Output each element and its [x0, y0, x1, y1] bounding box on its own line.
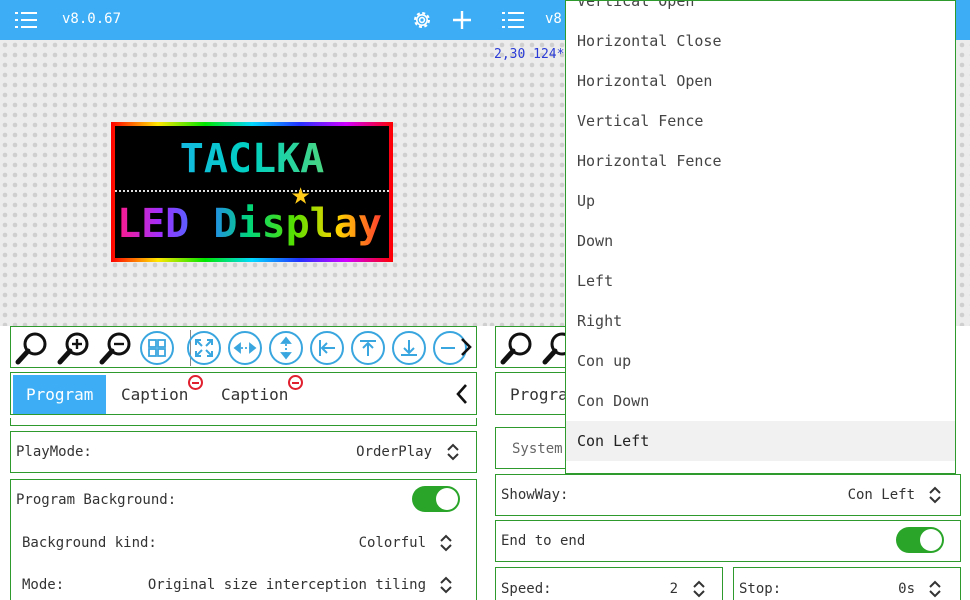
stretch-vertical-icon[interactable]: [269, 331, 303, 365]
gear-icon[interactable]: [411, 9, 433, 31]
speed-label: Speed:: [501, 581, 552, 597]
align-top-icon[interactable]: [351, 331, 385, 365]
left-header: v8.0.67: [0, 0, 487, 40]
dropdown-option[interactable]: Vertical Fence: [566, 101, 955, 141]
dropdown-option-selected[interactable]: Con Left: [566, 421, 955, 461]
updown-arrow-icon[interactable]: [692, 579, 706, 599]
end-to-end-row[interactable]: End to end: [495, 520, 961, 562]
tab-program[interactable]: Program: [13, 375, 107, 414]
background-kind-value: Colorful: [358, 535, 426, 551]
plus-icon[interactable]: [452, 10, 472, 30]
remove-caption-1-icon[interactable]: [188, 375, 203, 390]
program-background-label: Program Background:: [16, 492, 177, 508]
stretch-horizontal-icon[interactable]: [228, 331, 262, 365]
fullscreen-icon[interactable]: [187, 331, 221, 365]
showway-dropdown-list[interactable]: Vertical Open Horizontal Close Horizonta…: [565, 0, 956, 474]
right-toolbar: [495, 326, 567, 368]
playmode-value: OrderPlay: [356, 444, 432, 460]
mode-label: Mode:: [22, 577, 65, 593]
led-text-line-1: TACLKA: [115, 136, 389, 182]
align-bottom-icon[interactable]: [392, 331, 426, 365]
remove-caption-2-icon[interactable]: [288, 375, 303, 390]
playmode-label: PlayMode:: [16, 444, 92, 460]
showway-value: Con Left: [847, 487, 915, 503]
chevron-right-icon[interactable]: [459, 337, 473, 357]
position-size-readout: 2,30 124*: [494, 47, 565, 62]
speed-value: 2: [669, 581, 678, 597]
left-toolbar: [10, 326, 477, 368]
dropdown-option[interactable]: Down: [566, 221, 955, 261]
dropdown-option[interactable]: Con Down: [566, 381, 955, 421]
dropdown-option[interactable]: Up: [566, 181, 955, 221]
dropdown-option[interactable]: Vertical Open: [566, 1, 955, 21]
showway-label: ShowWay:: [501, 487, 569, 503]
align-left-icon[interactable]: [310, 331, 344, 365]
updown-arrow-icon[interactable]: [928, 579, 942, 599]
updown-arrow-icon[interactable]: [928, 485, 942, 505]
background-kind-label: Background kind:: [22, 535, 157, 551]
dropdown-option[interactable]: Horizontal Close: [566, 21, 955, 61]
mode-value: Original size interception tiling: [147, 577, 426, 593]
stop-label: Stop:: [739, 581, 782, 597]
chevron-left-icon[interactable]: [455, 383, 469, 405]
system-row[interactable]: System: [495, 427, 567, 469]
playmode-row[interactable]: PlayMode: OrderPlay: [10, 431, 477, 473]
stop-row[interactable]: Stop: 0s: [733, 567, 961, 600]
updown-arrow-icon[interactable]: [439, 575, 453, 595]
zoom-in-icon[interactable]: [57, 331, 91, 365]
end-to-end-label: End to end: [501, 533, 586, 549]
background-section: Program Background: Background kind: Col…: [10, 479, 477, 600]
speed-row[interactable]: Speed: 2: [495, 567, 723, 600]
updown-arrow-icon[interactable]: [446, 442, 460, 462]
menu-icon[interactable]: [15, 10, 37, 30]
updown-arrow-icon[interactable]: [439, 533, 453, 553]
left-tab-bar: Program Caption Caption: [10, 372, 477, 415]
stop-value: 0s: [898, 581, 915, 597]
dropdown-option[interactable]: Horizontal Fence: [566, 141, 955, 181]
zoom-out-icon[interactable]: [99, 331, 133, 365]
dropdown-option[interactable]: Horizontal Open: [566, 61, 955, 101]
app-version: v8.0.67: [62, 11, 122, 27]
led-text-line-2: LED Display: [117, 201, 382, 247]
menu-icon[interactable]: [502, 10, 524, 30]
led-display-preview[interactable]: TACLKA ★ LED Display: [111, 122, 393, 262]
dropdown-option[interactable]: Left: [566, 261, 955, 301]
zoom-in-icon[interactable]: [542, 331, 566, 365]
dropdown-option[interactable]: Right: [566, 301, 955, 341]
end-to-end-toggle[interactable]: [896, 527, 944, 553]
program-background-toggle[interactable]: [412, 486, 460, 512]
dropdown-option[interactable]: Con up: [566, 341, 955, 381]
row-edge-top: [10, 418, 477, 426]
grid-icon[interactable]: [140, 331, 174, 365]
system-label: System: [512, 441, 563, 457]
showway-row[interactable]: ShowWay: Con Left: [495, 474, 961, 516]
right-tab-bar: Progra: [495, 372, 568, 415]
zoom-fit-icon[interactable]: [500, 331, 534, 365]
led-divider: [115, 190, 389, 192]
zoom-fit-icon[interactable]: [15, 331, 49, 365]
